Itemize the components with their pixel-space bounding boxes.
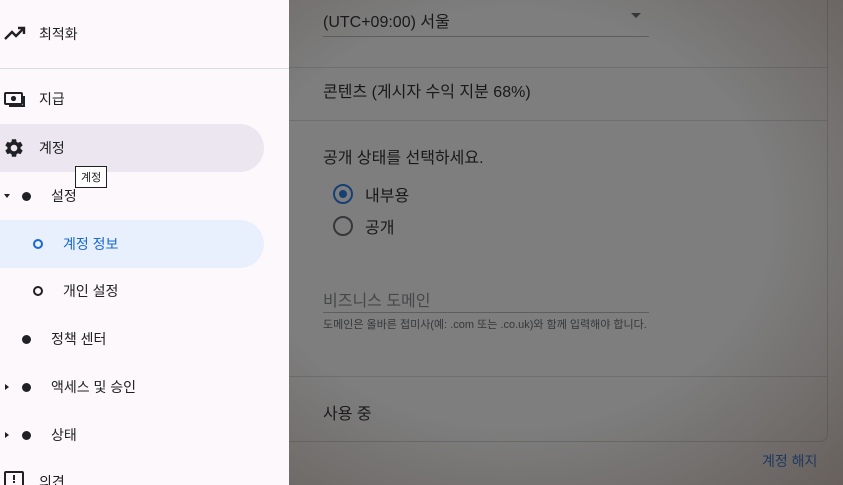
ring-icon (33, 286, 43, 296)
feedback-icon (4, 471, 24, 485)
bullet-icon (22, 383, 31, 392)
radio-checked-icon[interactable] (333, 184, 353, 204)
divider (289, 67, 827, 68)
divider (289, 376, 827, 377)
gear-icon (3, 137, 25, 159)
sidebar-item-label: 상태 (51, 427, 77, 443)
sidebar-item-settings[interactable]: 설정 (0, 172, 264, 220)
sidebar-item-label: 설정 (51, 188, 77, 204)
main-content: (UTC+09:00) 서울 콘텐츠 (게시자 수익 지분 68%) 공개 상태… (289, 0, 843, 485)
visibility-title: 공개 상태를 선택하세요. (323, 150, 484, 167)
tooltip: 계정 (75, 166, 108, 188)
sidebar-item-label: 계정 (39, 140, 65, 156)
navigation-drawer: 최적화 지급 계정 설정 계정 정보 개인 설정 정책 센터 액세스 및 승인 … (0, 0, 289, 485)
radio-public-label: 공개 (365, 220, 395, 237)
timezone-value: (UTC+09:00) 서울 (323, 14, 450, 31)
business-domain-placeholder: 비즈니스 도메인 (323, 293, 431, 310)
sidebar-item-optimization[interactable]: 최적화 (0, 10, 264, 58)
sidebar-item-label: 의견 (39, 474, 65, 485)
sidebar-item-label: 정책 센터 (51, 331, 107, 347)
divider (289, 120, 827, 121)
sidebar-item-payments[interactable]: 지급 (0, 75, 264, 123)
business-domain-field[interactable]: 비즈니스 도메인 (323, 280, 649, 313)
sidebar-item-label: 개인 설정 (63, 283, 119, 299)
content-share-label: 콘텐츠 (게시자 수익 지분 68%) (323, 84, 531, 101)
payments-icon (4, 90, 26, 108)
radio-unchecked-icon[interactable] (333, 216, 353, 236)
in-use-label: 사용 중 (323, 406, 372, 423)
radio-public[interactable]: 공개 (333, 214, 394, 238)
sidebar-item-account[interactable]: 계정 (0, 124, 264, 172)
sidebar-item-policy-center[interactable]: 정책 센터 (0, 315, 264, 363)
bullet-icon (22, 431, 31, 440)
sidebar-item-label: 계정 정보 (63, 236, 119, 252)
sidebar-item-label: 지급 (39, 91, 65, 107)
radio-internal[interactable]: 내부용 (333, 182, 409, 206)
sidebar-item-label: 최적화 (39, 26, 78, 42)
chevron-down-icon[interactable] (4, 194, 10, 198)
sidebar-item-access-authorization[interactable]: 액세스 및 승인 (0, 363, 264, 411)
trending-up-icon (4, 24, 26, 44)
account-settings-card: (UTC+09:00) 서울 콘텐츠 (게시자 수익 지분 68%) 공개 상태… (289, 0, 828, 442)
timezone-select[interactable]: (UTC+09:00) 서울 (323, 0, 649, 37)
chevron-right-icon[interactable] (5, 432, 9, 438)
bullet-icon (22, 192, 31, 201)
dropdown-arrow-icon (631, 13, 641, 18)
chevron-right-icon[interactable] (5, 384, 9, 390)
sidebar-item-feedback[interactable]: 의견 (0, 458, 264, 485)
sidebar-item-account-info[interactable]: 계정 정보 (0, 220, 264, 268)
sidebar-item-personal-settings[interactable]: 개인 설정 (0, 267, 264, 315)
bullet-icon (22, 335, 31, 344)
business-domain-help: 도메인은 올바른 접미사(예: .com 또는 .co.uk)와 함께 입력해야… (323, 319, 647, 331)
close-account-link[interactable]: 계정 해지 (762, 451, 817, 471)
sidebar-item-label: 액세스 및 승인 (51, 379, 137, 395)
ring-icon (33, 239, 43, 249)
radio-internal-label: 내부용 (365, 188, 410, 205)
sidebar-divider (0, 68, 289, 69)
sidebar-item-status[interactable]: 상태 (0, 411, 264, 459)
